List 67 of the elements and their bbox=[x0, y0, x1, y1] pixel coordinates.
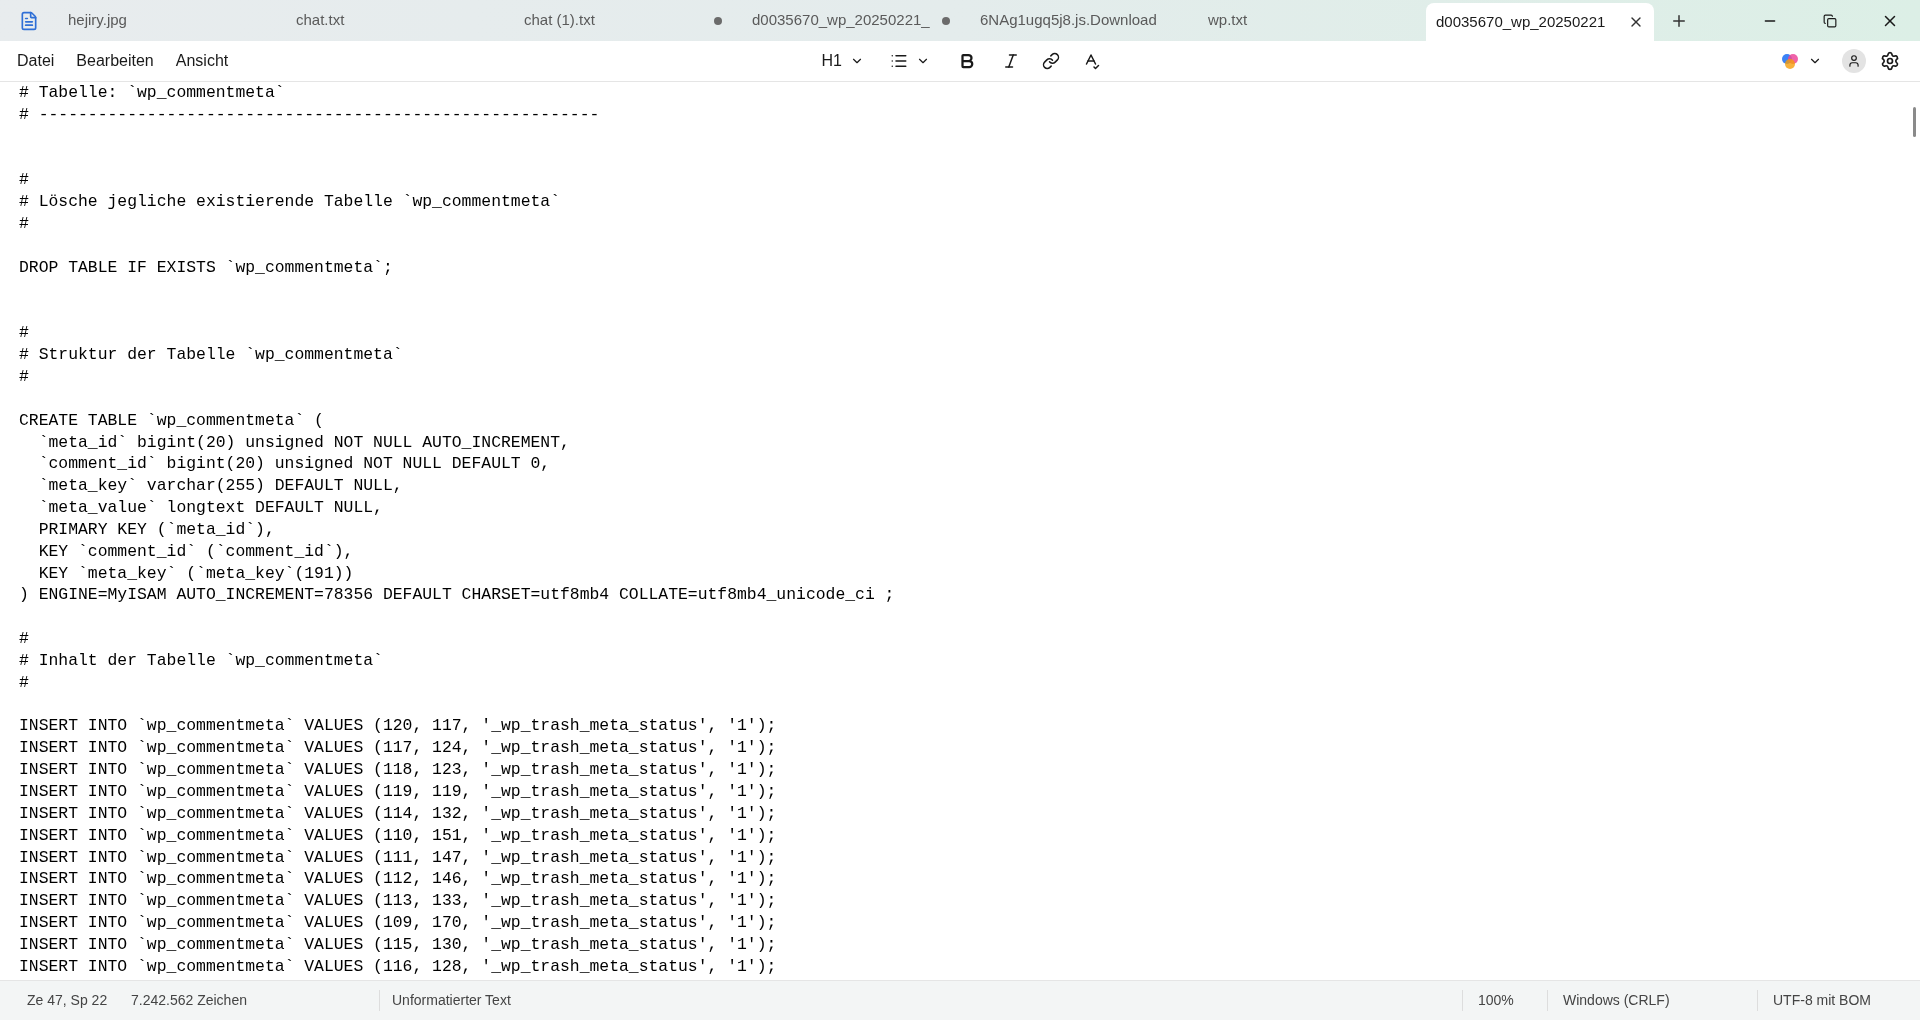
line-ending: Windows (CRLF) bbox=[1547, 990, 1757, 1011]
italic-icon[interactable] bbox=[1002, 52, 1020, 70]
code-line: # Lösche jegliche existierende Tabelle `wp_commentmeta` bbox=[19, 191, 560, 214]
code-line: KEY `comment_id` (`comment_id`), bbox=[37, 540, 354, 563]
code-line: INSERT INTO `wp_commentmeta` VALUES (109, 170, '_wp_trash_meta_status', '1'); bbox=[19, 912, 777, 934]
tab-label: d0035670_wp_20250221 bbox=[1436, 11, 1606, 32]
code-line: INSERT INTO `wp_commentmeta` VALUES (115, 130, '_wp_trash_meta_status', '1'); bbox=[19, 933, 777, 956]
tab[interactable]: chat.txt bbox=[286, 0, 514, 41]
code-line: # --------------------------------------------------------- bbox=[19, 103, 600, 126]
code-line: # Inhalt der Tabelle `wp_commentmeta` bbox=[19, 649, 383, 672]
code-line: INSERT INTO `wp_commentmeta` VALUES (111, 147, '_wp_trash_meta_status', '1'); bbox=[19, 846, 777, 869]
account-icon[interactable] bbox=[1842, 49, 1866, 73]
encoding: UTF-8 mit BOM bbox=[1757, 990, 1920, 1011]
code-line: INSERT INTO `wp_commentmeta` VALUES (110, 151, '_wp_trash_meta_status', '1'); bbox=[19, 824, 777, 847]
scrollbar-thumb[interactable] bbox=[1912, 107, 1916, 137]
cursor-position: Ze 47, Sp 22 bbox=[26, 991, 109, 1010]
tab-label: chat (1).txt bbox=[524, 10, 595, 31]
code-line: `meta_value` longtext DEFAULT NULL, bbox=[37, 497, 383, 519]
code-line: INSERT INTO `wp_commentmeta` VALUES (113, 133, '_wp_trash_meta_status', '1'); bbox=[19, 890, 777, 913]
copilot-logo-icon bbox=[1780, 51, 1800, 71]
code-line: ) ENGINE=MyISAM AUTO_INCREMENT=78356 DEFAULT CHARSET=utf8mb4 COLLATE=utf8mb4_unicode_ci ; bbox=[19, 584, 895, 607]
code-line: `comment_id` bigint(20) unsigned NOT NULL DEFAULT 0, bbox=[37, 453, 551, 476]
menu-item[interactable]: Datei bbox=[8, 45, 64, 77]
code-line: INSERT INTO `wp_commentmeta` VALUES (118, 123, '_wp_trash_meta_status', '1'); bbox=[19, 759, 777, 781]
code-line: DROP TABLE IF EXISTS `wp_commentmeta`; bbox=[19, 256, 393, 279]
code-line: # bbox=[19, 671, 29, 694]
menu-item[interactable]: Ansicht bbox=[166, 45, 238, 77]
code-line: INSERT INTO `wp_commentmeta` VALUES (117, 124, '_wp_trash_meta_status', '1'); bbox=[19, 737, 777, 760]
menu-item[interactable]: Bearbeiten bbox=[67, 45, 163, 77]
heading-dropdown[interactable]: H1 bbox=[815, 46, 870, 76]
code-line: INSERT INTO `wp_commentmeta` VALUES (116, 128, '_wp_trash_meta_status', '1'); bbox=[19, 955, 777, 978]
code-line: KEY `meta_key` (`meta_key`(191)) bbox=[37, 562, 354, 585]
code-line: INSERT INTO `wp_commentmeta` VALUES (119, 119, '_wp_trash_meta_status', '1'); bbox=[19, 781, 777, 803]
code-line: # bbox=[19, 213, 29, 235]
tab[interactable]: wp.txt bbox=[1198, 0, 1426, 41]
link-icon[interactable] bbox=[1042, 52, 1060, 70]
tab[interactable]: 6NAg1ugq5j8.js.Download bbox=[970, 0, 1198, 41]
notepad-icon bbox=[19, 10, 39, 31]
settings-icon[interactable] bbox=[1880, 51, 1900, 71]
code-line: # bbox=[19, 365, 29, 388]
zoom-level: 100% bbox=[1462, 990, 1547, 1011]
code-line: # Tabelle: `wp_commentmeta` bbox=[19, 82, 285, 104]
text-format: Unformatierter Text bbox=[379, 990, 511, 1011]
tab[interactable]: d0035670_wp_20250221_ bbox=[742, 0, 970, 41]
bullet-list-icon bbox=[890, 52, 908, 70]
code-line: PRIMARY KEY (`meta_id`), bbox=[37, 518, 275, 541]
tab-label: hejiry.jpg bbox=[68, 10, 127, 31]
code-line: # Struktur der Tabelle `wp_commentmeta` bbox=[19, 344, 403, 366]
tab-label: 6NAg1ugq5j8.js.Download bbox=[980, 10, 1157, 31]
tab-label: d0035670_wp_20250221_ bbox=[752, 10, 930, 31]
bold-icon[interactable] bbox=[958, 52, 976, 70]
code-line: # bbox=[19, 628, 29, 650]
code-line: `meta_key` varchar(255) DEFAULT NULL, bbox=[37, 475, 403, 498]
code-line: # bbox=[19, 169, 29, 192]
tab[interactable]: d0035670_wp_20250221 bbox=[1426, 3, 1654, 41]
tab-label: chat.txt bbox=[296, 10, 345, 31]
tab-label: wp.txt bbox=[1208, 10, 1248, 31]
code-line: INSERT INTO `wp_commentmeta` VALUES (120, 117, '_wp_trash_meta_status', '1'); bbox=[19, 715, 777, 738]
character-count: 7.242.562 Zeichen bbox=[131, 991, 248, 1010]
code-line: # bbox=[19, 322, 29, 345]
code-line: INSERT INTO `wp_commentmeta` VALUES (114, 132, '_wp_trash_meta_status', '1'); bbox=[19, 802, 777, 825]
tab[interactable]: chat (1).txt bbox=[514, 0, 742, 41]
restore-icon[interactable] bbox=[1823, 13, 1837, 28]
code-line: `meta_id` bigint(20) unsigned NOT NULL AUTO_INCREMENT, bbox=[37, 431, 570, 454]
code-line: CREATE TABLE `wp_commentmeta` ( bbox=[19, 409, 324, 432]
tab[interactable]: hejiry.jpg bbox=[58, 0, 286, 41]
code-line: INSERT INTO `wp_commentmeta` VALUES (112, 146, '_wp_trash_meta_status', '1'); bbox=[19, 868, 777, 891]
